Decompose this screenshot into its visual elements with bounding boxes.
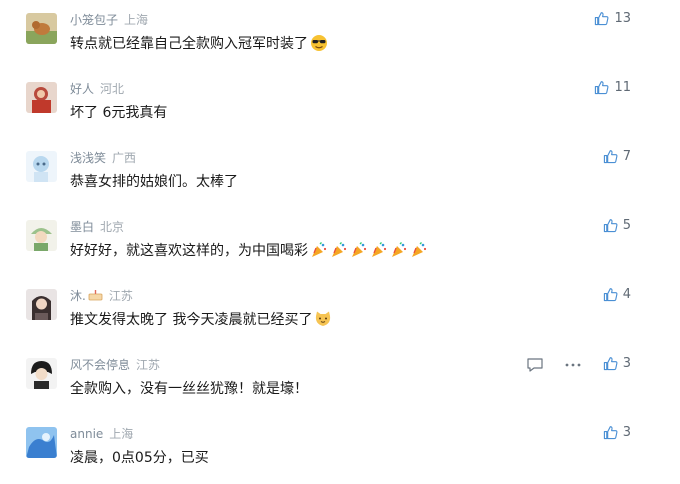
party-popper-icon	[312, 242, 327, 257]
like-count: 11	[614, 80, 631, 95]
avatar[interactable]	[26, 13, 57, 44]
location: 江苏	[108, 289, 133, 303]
location: 江苏	[136, 358, 161, 372]
comment-list: 小笼包子 上海 转点就已经靠自己全款购入冠军时装了 13 好人 河北 坏了 6元我真…	[0, 0, 680, 484]
like-button[interactable]: 13	[594, 11, 631, 26]
party-popper-icon	[332, 242, 347, 257]
avatar[interactable]	[26, 358, 57, 389]
location: 上海	[109, 427, 134, 441]
thumbs-up-icon	[595, 81, 609, 95]
comment-meta: annie 上海	[70, 425, 133, 442]
comment-item: 好人 河北 坏了 6元我真有 11	[0, 69, 680, 138]
like-button[interactable]: 7	[603, 149, 631, 164]
thumbs-up-icon	[603, 426, 618, 440]
comment-item: 浅浅笑 广西 恭喜女排的姑娘们。太棒了 7	[0, 138, 680, 207]
thumbs-up-icon	[603, 288, 618, 302]
reply-comment-icon[interactable]	[526, 357, 544, 373]
avatar[interactable]	[26, 220, 57, 251]
party-popper-emojis	[308, 242, 428, 259]
comment-body: 恭喜女排的姑娘们。太棒了	[70, 174, 238, 190]
cake-badge-icon	[88, 290, 103, 301]
comment-text: 恭喜女排的姑娘们。太棒了	[70, 171, 238, 191]
location: 河北	[100, 82, 125, 96]
comment-body: 坏了 6元我真有	[70, 105, 168, 121]
username[interactable]: 好人	[70, 82, 94, 96]
like-count: 3	[622, 425, 631, 440]
comment-meta: 沐. 江苏	[70, 287, 133, 304]
like-button[interactable]: 4	[603, 287, 631, 302]
username[interactable]: 墨白	[70, 220, 94, 234]
comment-body: 全款购入，没有一丝丝犹豫！就是壕！	[70, 381, 308, 397]
avatar[interactable]	[26, 427, 57, 458]
avatar[interactable]	[26, 82, 57, 113]
thumbs-up-icon	[603, 150, 618, 164]
username[interactable]: 沐.	[70, 289, 86, 303]
comment-text: 转点就已经靠自己全款购入冠军时装了	[70, 33, 328, 53]
sunglasses-emoji-icon	[311, 35, 327, 51]
comment-meta: 小笼包子 上海	[70, 11, 148, 28]
comment-body: 好好好，就这喜欢这样的，为中国喝彩	[70, 243, 308, 259]
comment-meta: 墨白 北京	[70, 218, 124, 235]
location: 北京	[100, 220, 125, 234]
username[interactable]: annie	[70, 427, 103, 441]
comment-item: 墨白 北京 好好好，就这喜欢这样的，为中国喝彩 5	[0, 207, 680, 276]
avatar[interactable]	[26, 151, 57, 182]
comment-meta: 好人 河北	[70, 80, 124, 97]
location: 上海	[124, 13, 149, 27]
thumbs-up-icon	[595, 12, 609, 26]
like-count: 5	[622, 218, 631, 233]
like-count: 4	[622, 287, 631, 302]
comment-text: 全款购入，没有一丝丝犹豫！就是壕！	[70, 378, 308, 398]
comment-meta: 风不会停息 江苏	[70, 356, 160, 373]
like-button[interactable]: 5	[603, 218, 631, 233]
like-count: 3	[622, 356, 631, 371]
comment-body: 凌晨，0点05分，已买	[70, 450, 209, 466]
party-popper-icon	[392, 242, 407, 257]
more-options-icon[interactable]	[564, 357, 582, 373]
comment-text: 好好好，就这喜欢这样的，为中国喝彩	[70, 240, 428, 260]
comment-body: 转点就已经靠自己全款购入冠军时装了	[70, 36, 308, 52]
party-popper-icon	[352, 242, 367, 257]
like-count: 13	[614, 11, 631, 26]
username[interactable]: 风不会停息	[70, 358, 130, 372]
comment-body: 推文发得太晚了 我今天凌晨就已经买了	[70, 312, 313, 328]
comment-item: 小笼包子 上海 转点就已经靠自己全款购入冠军时装了 13	[0, 0, 680, 69]
like-button[interactable]: 11	[594, 80, 631, 95]
cat-face-emoji-icon	[316, 311, 331, 326]
comment-text: 推文发得太晚了 我今天凌晨就已经买了	[70, 309, 332, 329]
comment-item: annie 上海 凌晨，0点05分，已买 3	[0, 414, 680, 483]
comment-item: 风不会停息 江苏 全款购入，没有一丝丝犹豫！就是壕！ 3	[0, 345, 680, 414]
like-button[interactable]: 3	[603, 425, 631, 440]
thumbs-up-icon	[603, 357, 618, 371]
thumbs-up-icon	[603, 219, 618, 233]
username[interactable]: 小笼包子	[70, 13, 118, 27]
party-popper-icon	[412, 242, 427, 257]
comment-meta: 浅浅笑 广西	[70, 149, 136, 166]
location: 广西	[112, 151, 137, 165]
comment-text: 凌晨，0点05分，已买	[70, 447, 209, 467]
avatar[interactable]	[26, 289, 57, 320]
like-count: 7	[622, 149, 631, 164]
party-popper-icon	[372, 242, 387, 257]
comment-item: 沐. 江苏 推文发得太晚了 我今天凌晨就已经买了 4	[0, 276, 680, 345]
username[interactable]: 浅浅笑	[70, 151, 106, 165]
like-button[interactable]: 3	[603, 356, 631, 371]
comment-text: 坏了 6元我真有	[70, 102, 167, 122]
